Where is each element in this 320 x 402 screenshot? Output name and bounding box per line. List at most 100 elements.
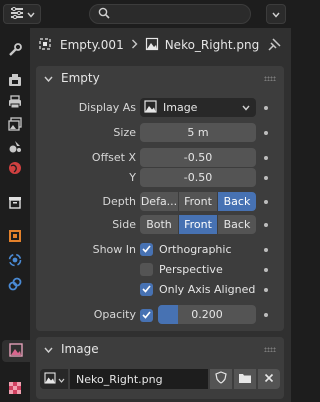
- image-data-icon: [8, 342, 24, 361]
- constraint-icon: [7, 276, 23, 295]
- open-image-button[interactable]: [234, 369, 256, 389]
- depth-row: Depth Defa... Front Back: [36, 192, 284, 212]
- image-selector-row: Neko_Right.png: [40, 369, 280, 389]
- axis-aligned-checkbox[interactable]: Only Axis Aligned: [140, 281, 255, 297]
- offset-x-field[interactable]: -0.50: [140, 148, 256, 167]
- collection-box-icon: [7, 194, 23, 213]
- opacity-slider[interactable]: 0.200: [158, 305, 256, 324]
- depth-label: Depth: [102, 195, 136, 208]
- fake-user-button[interactable]: [210, 369, 232, 389]
- depth-option-back[interactable]: Back: [218, 192, 256, 211]
- display-as-dropdown[interactable]: Image: [140, 98, 256, 117]
- image-name-field[interactable]: Neko_Right.png: [70, 369, 208, 389]
- keyframe-dot[interactable]: [264, 156, 268, 160]
- perspective-checkbox[interactable]: Perspective: [140, 261, 223, 277]
- world-icon: [7, 160, 23, 179]
- keyframe-dot[interactable]: [264, 288, 268, 292]
- wrench-icon: [7, 42, 23, 61]
- tab-object[interactable]: [4, 226, 26, 248]
- keyframe-dot[interactable]: [264, 248, 268, 252]
- offset-y-row: Y -0.50: [36, 168, 284, 188]
- orthographic-label: Orthographic: [159, 242, 232, 256]
- search-input[interactable]: [89, 4, 251, 24]
- scene-icon: [7, 138, 23, 157]
- axis-aligned-label: Only Axis Aligned: [159, 282, 256, 296]
- tab-physics[interactable]: [4, 250, 26, 272]
- display-as-value: Image: [163, 101, 198, 114]
- keyframe-dot[interactable]: [264, 223, 268, 227]
- tab-output[interactable]: [4, 92, 26, 114]
- side-option-both[interactable]: Both: [140, 215, 178, 234]
- keyframe-dot[interactable]: [264, 106, 268, 110]
- chevron-right-icon: [131, 38, 138, 52]
- tab-scene[interactable]: [4, 136, 26, 158]
- chevron-down-icon: [58, 373, 65, 386]
- side-option-front[interactable]: Front: [179, 215, 217, 234]
- keyframe-dot[interactable]: [264, 313, 268, 317]
- tab-render[interactable]: [4, 70, 26, 92]
- image-icon: [145, 37, 159, 54]
- tab-collection[interactable]: [4, 192, 26, 214]
- axis-aligned-row: Only Axis Aligned: [36, 280, 284, 300]
- depth-option-default[interactable]: Defa...: [140, 192, 178, 211]
- options-dropdown-button[interactable]: [266, 4, 286, 24]
- keyframe-dot[interactable]: [264, 176, 268, 180]
- tab-tool[interactable]: [4, 40, 26, 62]
- depth-option-front[interactable]: Front: [179, 192, 217, 211]
- size-label: Size: [113, 126, 136, 139]
- header-bar: [0, 0, 291, 28]
- browse-image-button[interactable]: [40, 369, 68, 389]
- show-in-label: Show In: [92, 243, 136, 256]
- show-in-orthographic-row: Show In Orthographic: [36, 240, 284, 260]
- pin-icon[interactable]: [268, 38, 281, 54]
- drag-grip-icon[interactable]: [264, 76, 276, 81]
- empty-panel: Empty Display As Image Size 5 m Offset X: [36, 66, 284, 331]
- size-field[interactable]: 5 m: [140, 123, 256, 142]
- depth-selector: Defa... Front Back: [140, 192, 256, 211]
- panel-title: Empty: [61, 71, 100, 85]
- side-selector: Both Front Back: [140, 215, 256, 234]
- keyframe-dot[interactable]: [264, 268, 268, 272]
- panel-title: Image: [61, 342, 99, 356]
- close-icon: [264, 373, 274, 386]
- unlink-image-button[interactable]: [258, 369, 280, 389]
- folder-icon: [238, 372, 252, 387]
- image-icon: [43, 371, 56, 387]
- image-panel: Image Neko_Right.png: [36, 337, 284, 399]
- side-option-back[interactable]: Back: [218, 215, 256, 234]
- keyframe-dot[interactable]: [264, 200, 268, 204]
- opacity-label: Opacity: [93, 308, 136, 321]
- chevron-down-icon: [44, 71, 53, 85]
- tab-object-data[interactable]: [2, 340, 30, 362]
- size-row: Size 5 m: [36, 123, 284, 143]
- breadcrumb-data-name: Neko_Right.png: [164, 38, 260, 52]
- image-panel-header[interactable]: Image: [36, 337, 284, 361]
- camera-back-icon: [7, 72, 23, 91]
- show-in-perspective-row: Perspective: [36, 260, 284, 280]
- opacity-row: Opacity 0.200: [36, 305, 284, 325]
- orthographic-checkbox[interactable]: Orthographic: [140, 241, 232, 257]
- checkbox-empty-icon: [140, 262, 153, 276]
- properties-editor-icon: [10, 6, 24, 22]
- empty-panel-header[interactable]: Empty: [36, 66, 284, 90]
- tab-world[interactable]: [4, 158, 26, 180]
- display-as-row: Display As Image: [36, 98, 284, 118]
- checkmark-icon: [140, 282, 153, 296]
- printer-icon: [7, 94, 23, 113]
- side-row: Side Both Front Back: [36, 215, 284, 235]
- properties-content: Empty.001 Neko_Right.png Empty Display A…: [30, 28, 291, 402]
- breadcrumb: Empty.001 Neko_Right.png: [30, 28, 291, 62]
- offset-y-field[interactable]: -0.50: [140, 168, 256, 187]
- checkmark-icon: [140, 242, 153, 256]
- opacity-checkbox[interactable]: [140, 307, 153, 323]
- tab-texture[interactable]: [4, 378, 26, 400]
- editor-type-button[interactable]: [3, 4, 41, 24]
- tab-view-layer[interactable]: [4, 114, 26, 136]
- tab-constraints[interactable]: [4, 274, 26, 296]
- drag-grip-icon[interactable]: [264, 347, 276, 352]
- chevron-down-icon: [26, 8, 35, 21]
- chevron-down-icon: [272, 8, 280, 21]
- perspective-label: Perspective: [159, 262, 223, 276]
- offset-x-row: Offset X -0.50: [36, 148, 284, 168]
- keyframe-dot[interactable]: [264, 131, 268, 135]
